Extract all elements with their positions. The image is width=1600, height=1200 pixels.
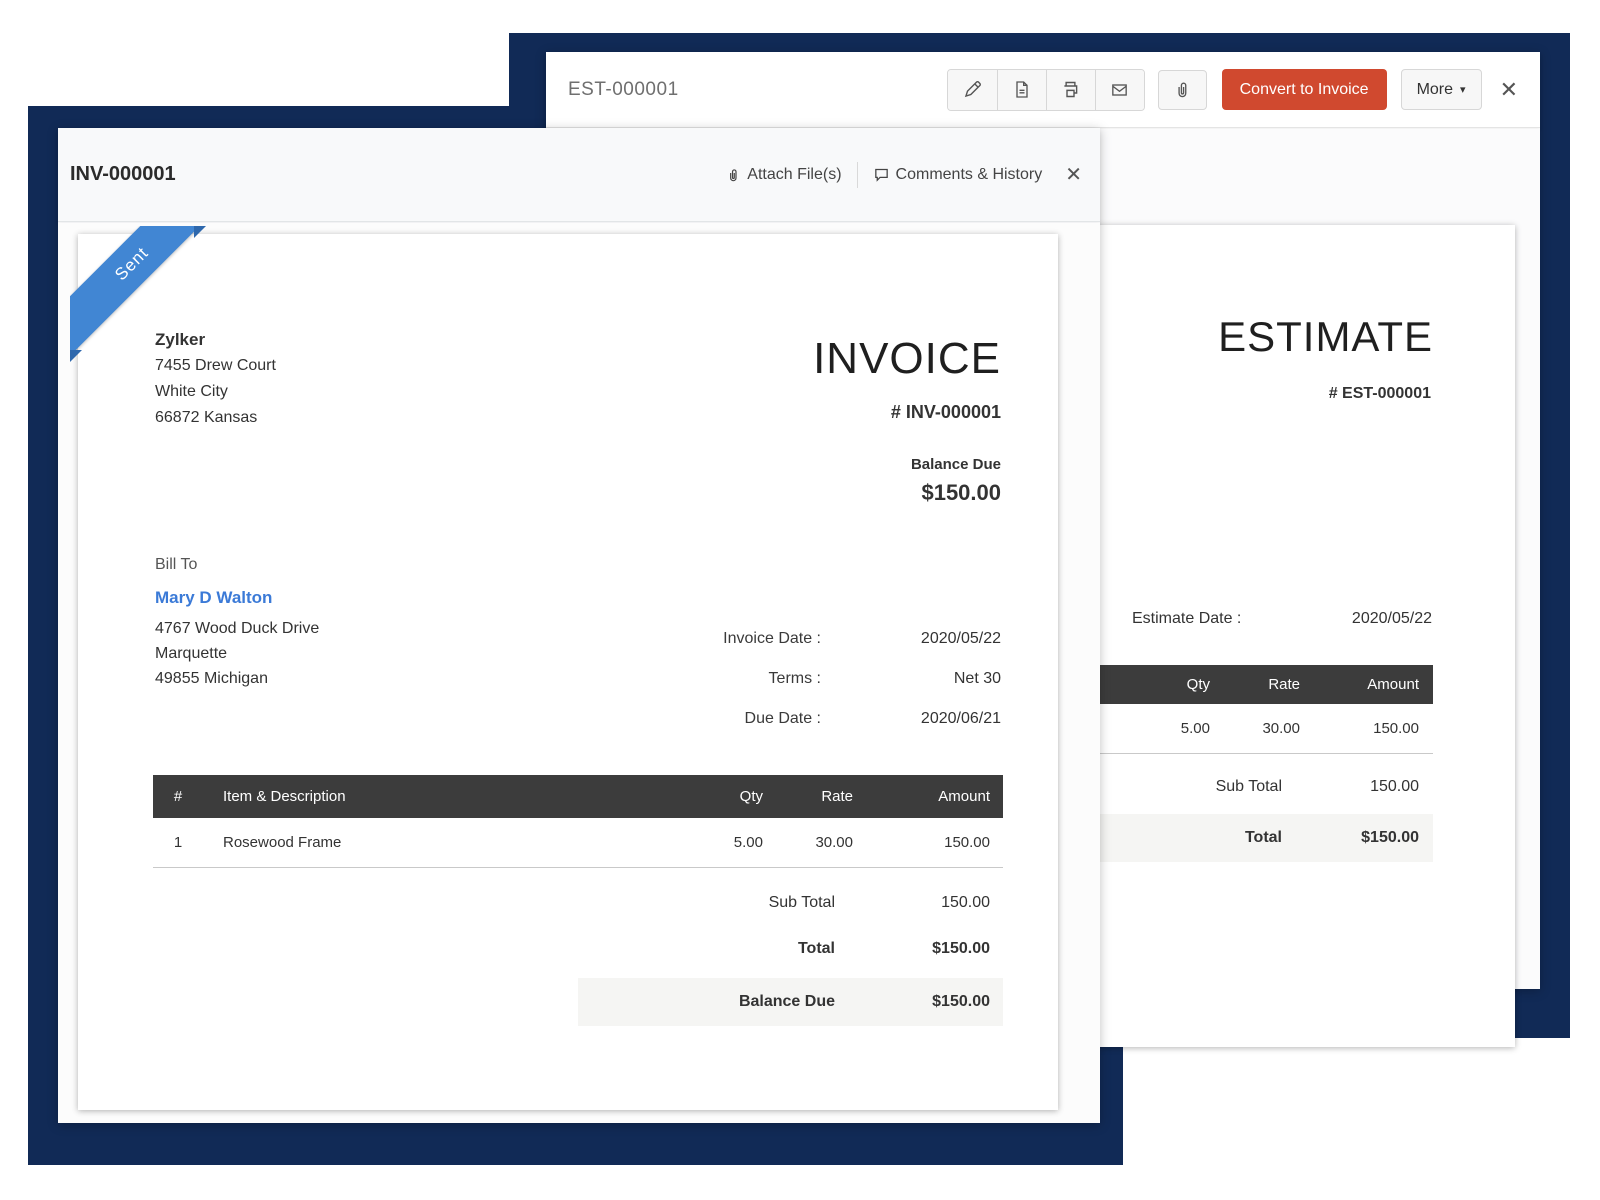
invoice-subtotal-row: Sub Total 150.00 [578, 894, 1003, 912]
customer-address-block: 4767 Wood Duck Drive Marquette 49855 Mic… [155, 616, 319, 691]
invoice-col-rate: Rate [776, 788, 866, 805]
due-date-label: Due Date : [671, 710, 891, 728]
printer-icon [1060, 79, 1081, 100]
invoice-date-value: 2020/05/22 [891, 630, 1001, 648]
invoice-total-row: Total $150.00 [578, 940, 1003, 958]
invoice-header-actions: Attach File(s) Comments & History ✕ [725, 162, 1082, 188]
pencil-icon [962, 79, 983, 100]
invoice-subtotal-value: 150.00 [835, 894, 1003, 912]
estimate-window-title: EST-000001 [568, 79, 679, 101]
invoice-row-amount: 150.00 [866, 834, 1003, 851]
close-estimate-icon[interactable]: ✕ [1500, 79, 1518, 101]
company-address-line: 66872 Kansas [155, 405, 276, 431]
invoice-table-header: # Item & Description Qty Rate Amount [153, 775, 1003, 818]
ribbon-fold-icon [70, 350, 82, 362]
invoice-doc-title: INVOICE [813, 334, 1001, 384]
invoice-col-qty: Qty [666, 788, 776, 805]
mail-icon [1109, 80, 1130, 100]
customer-address-line: 49855 Michigan [155, 666, 319, 691]
email-button[interactable] [1095, 70, 1144, 110]
invoice-date-row: Invoice Date : 2020/05/22 [671, 630, 1001, 648]
comments-history-label: Comments & History [896, 166, 1043, 184]
balance-due-label: Balance Due [911, 456, 1001, 473]
company-address-line: White City [155, 379, 276, 405]
print-button[interactable] [1046, 70, 1095, 110]
estimate-row-qty: 5.00 [1113, 720, 1223, 737]
invoice-balance-value: $150.00 [835, 993, 1003, 1011]
invoice-window-title: INV-000001 [70, 163, 176, 186]
invoice-row-rate: 30.00 [776, 834, 866, 851]
terms-row: Terms : Net 30 [671, 670, 1001, 688]
customer-address-line: Marquette [155, 641, 319, 666]
attach-files-label: Attach File(s) [747, 166, 841, 184]
header-divider [857, 162, 858, 188]
invoice-doc-number: # INV-000001 [891, 402, 1001, 423]
invoice-paper: Sent Zylker 7455 Drew Court White City 6… [78, 234, 1058, 1110]
invoice-balance-row: Balance Due $150.00 [578, 978, 1003, 1026]
estimate-date-row: Estimate Date : 2020/05/22 [1132, 610, 1432, 628]
invoice-row-num: 1 [153, 834, 203, 851]
company-address-line: 7455 Drew Court [155, 353, 276, 379]
estimate-col-qty: Qty [1113, 676, 1223, 693]
estimate-toolbar-icon-group [947, 69, 1145, 111]
customer-address-line: 4767 Wood Duck Drive [155, 616, 319, 641]
estimate-subtotal-value: 150.00 [1282, 778, 1433, 796]
estimate-doc-title: ESTIMATE [1218, 313, 1433, 361]
more-button[interactable]: More ▾ [1401, 69, 1482, 110]
terms-label: Terms : [671, 670, 891, 688]
due-date-row: Due Date : 2020/06/21 [671, 710, 1001, 728]
invoice-row-item: Rosewood Frame [203, 834, 666, 851]
pdf-file-icon [1012, 79, 1032, 100]
balance-due-value: $150.00 [921, 480, 1001, 506]
invoice-table-row: 1 Rosewood Frame 5.00 30.00 150.00 [153, 818, 1003, 868]
customer-name-link[interactable]: Mary D Walton [155, 588, 272, 608]
estimate-date-label: Estimate Date : [1132, 610, 1241, 628]
bill-to-label: Bill To [155, 556, 197, 574]
attach-files-link[interactable]: Attach File(s) [725, 166, 841, 184]
more-button-label: More [1417, 81, 1453, 99]
invoice-subtotal-label: Sub Total [578, 894, 835, 912]
invoice-col-item: Item & Description [203, 788, 666, 805]
company-name: Zylker [155, 327, 276, 353]
invoice-window: INV-000001 Attach File(s) Comments & His… [58, 128, 1100, 1123]
estimate-row-amount: 150.00 [1313, 720, 1433, 737]
invoice-col-num: # [153, 788, 203, 805]
invoice-item-table: # Item & Description Qty Rate Amount 1 R… [153, 775, 1003, 1026]
invoice-window-header: INV-000001 Attach File(s) Comments & His… [58, 128, 1100, 222]
estimate-date-value: 2020/05/22 [1352, 610, 1432, 628]
invoice-date-label: Invoice Date : [671, 630, 891, 648]
invoice-total-label: Total [578, 940, 835, 958]
estimate-window-header: EST-000001 [546, 52, 1540, 128]
chevron-down-icon: ▾ [1460, 83, 1466, 96]
invoice-total-value: $150.00 [835, 940, 1003, 958]
invoice-preview-area: Sent Zylker 7455 Drew Court White City 6… [58, 223, 1100, 1123]
paperclip-icon [1172, 79, 1192, 100]
convert-to-invoice-button[interactable]: Convert to Invoice [1222, 69, 1387, 110]
edit-button[interactable] [948, 70, 997, 110]
estimate-col-rate: Rate [1223, 676, 1313, 693]
invoice-col-amount: Amount [866, 788, 1003, 805]
close-invoice-icon[interactable]: ✕ [1065, 165, 1082, 185]
company-address-block: Zylker 7455 Drew Court White City 66872 … [155, 327, 276, 431]
estimate-total-value: $150.00 [1282, 829, 1433, 847]
invoice-balance-label: Balance Due [578, 993, 835, 1011]
paperclip-icon [725, 166, 741, 184]
invoice-row-qty: 5.00 [666, 834, 776, 851]
estimate-col-amount: Amount [1313, 676, 1433, 693]
estimate-row-rate: 30.00 [1223, 720, 1313, 737]
ribbon-fold-icon [194, 226, 206, 238]
estimate-doc-number: # EST-000001 [1329, 385, 1431, 403]
comment-bubble-icon [873, 166, 890, 183]
attach-file-button[interactable] [1158, 70, 1207, 110]
estimate-toolbar: Convert to Invoice More ▾ ✕ [947, 69, 1518, 111]
export-pdf-button[interactable] [997, 70, 1046, 110]
comments-history-link[interactable]: Comments & History [873, 166, 1043, 184]
terms-value: Net 30 [891, 670, 1001, 688]
due-date-value: 2020/06/21 [891, 710, 1001, 728]
